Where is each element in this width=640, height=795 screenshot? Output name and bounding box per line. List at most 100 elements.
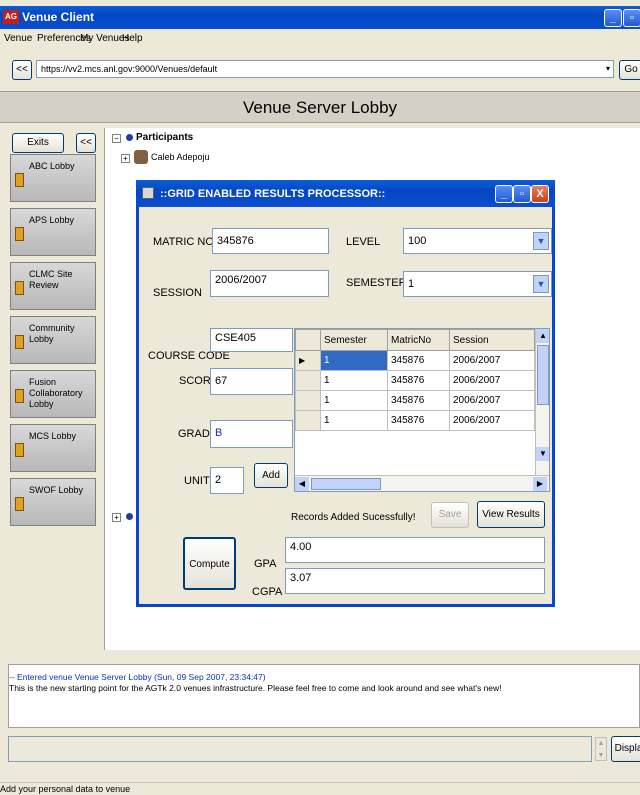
vertical-scrollbar[interactable]: ▲ ▼ <box>535 329 549 475</box>
scroll-up-icon[interactable]: ▲ <box>536 329 549 343</box>
display-button[interactable]: Display <box>611 736 640 762</box>
tree-node-icon <box>126 513 133 520</box>
dialog-maximize-button[interactable]: ▫ <box>513 185 531 203</box>
table-cell[interactable]: 1 <box>320 410 388 431</box>
table-row[interactable]: ▶ 1 345876 2006/2007 <box>295 350 535 371</box>
lobby-swof[interactable]: SWOF Lobby <box>10 478 96 526</box>
course-code-field[interactable]: CSE405 <box>210 328 293 352</box>
row-selector[interactable] <box>295 410 321 431</box>
score-field[interactable]: 67 <box>210 368 293 395</box>
table-cell[interactable]: 2006/2007 <box>449 410 535 431</box>
matric-field[interactable]: 345876 <box>212 228 329 254</box>
chevron-down-icon[interactable]: ▼ <box>533 232 549 250</box>
lobby-aps[interactable]: APS Lobby <box>10 208 96 256</box>
table-cell[interactable]: 2006/2007 <box>449 390 535 411</box>
participants-label[interactable]: Participants <box>136 132 193 143</box>
scroll-thumb[interactable] <box>537 345 549 405</box>
message-input[interactable] <box>8 736 592 762</box>
level-label: LEVEL <box>346 236 381 248</box>
participants-icon <box>126 134 133 141</box>
person-icon <box>134 150 148 164</box>
row-selector[interactable] <box>295 370 321 391</box>
table-row[interactable]: 1 345876 2006/2007 <box>295 370 535 391</box>
table-cell[interactable]: 2006/2007 <box>449 370 535 391</box>
scroll-down-icon[interactable]: ▼ <box>536 447 549 461</box>
table-cell[interactable]: 345876 <box>387 390 450 411</box>
row-selector[interactable] <box>295 390 321 411</box>
status-bar: Add your personal data to venue <box>0 782 640 795</box>
window-title: Venue Client <box>22 10 95 24</box>
table-cell[interactable]: 1 <box>320 390 388 411</box>
lobby-clmc[interactable]: CLMC Site Review <box>10 262 96 310</box>
lobby-mcs[interactable]: MCS Lobby <box>10 424 96 472</box>
table-cell[interactable]: 1 <box>320 370 388 391</box>
results-table: Semester MatricNo Session ▶ 1 345876 200… <box>295 329 535 431</box>
url-dropdown-icon[interactable]: ▾ <box>603 61 613 77</box>
semester-label: SEMESTER <box>346 277 407 289</box>
expand-icon[interactable]: + <box>112 513 121 522</box>
horizontal-scrollbar[interactable]: ◀ ▶ <box>295 475 549 491</box>
dialog-minimize-button[interactable]: _ <box>495 185 513 203</box>
door-icon <box>15 443 24 457</box>
column-header[interactable]: Session <box>449 329 535 351</box>
level-select[interactable]: 100 <box>403 228 552 254</box>
table-header-row: Semester MatricNo Session <box>295 329 535 351</box>
column-header[interactable]: Semester <box>320 329 388 351</box>
expand-icon[interactable]: + <box>121 154 130 163</box>
url-field[interactable]: https://vv2.mcs.anl.gov:9000/Venues/defa… <box>36 60 614 78</box>
menu-bar: Venue Preferences My Venues Help <box>0 29 640 49</box>
add-button[interactable]: Add <box>254 463 288 488</box>
log-line: This is the new starting point for the A… <box>9 683 502 693</box>
exits-button[interactable]: Exits <box>12 133 64 153</box>
cgpa-label: CGPA <box>252 586 283 598</box>
maximize-button[interactable]: ▫ <box>623 9 640 27</box>
view-results-button[interactable]: View Results <box>477 501 545 528</box>
dialog-close-button[interactable]: X <box>531 185 549 203</box>
results-grid[interactable]: Semester MatricNo Session ▶ 1 345876 200… <box>294 328 550 492</box>
lobby-abc[interactable]: ABC Lobby <box>10 154 96 202</box>
chevron-down-icon[interactable]: ▼ <box>533 275 549 293</box>
dialog-title: ::GRID ENABLED RESULTS PROCESSOR:: <box>160 188 386 200</box>
session-field[interactable]: 2006/2007 <box>210 270 329 297</box>
lobby-fusion[interactable]: Fusion Collaboratory Lobby <box>10 370 96 418</box>
go-button[interactable]: Go <box>619 60 640 80</box>
compute-button[interactable]: Compute <box>183 537 236 590</box>
expand-icon[interactable]: − <box>112 134 121 143</box>
log-line: -- Entered venue Venue Server Lobby (Sun… <box>9 672 266 682</box>
dialog-title-bar: ::GRID ENABLED RESULTS PROCESSOR:: _ ▫ X <box>136 180 555 207</box>
scroll-right-icon[interactable]: ▶ <box>533 477 547 491</box>
semester-select[interactable]: 1 <box>403 271 552 297</box>
table-cell[interactable]: 2006/2007 <box>449 350 535 371</box>
scroll-left-icon[interactable]: ◀ <box>295 477 309 491</box>
chat-log[interactable]: -- Entered venue Venue Server Lobby (Sun… <box>8 664 640 728</box>
table-row[interactable]: 1 345876 2006/2007 <box>295 410 535 431</box>
save-button[interactable]: Save <box>431 502 469 528</box>
grade-field[interactable]: B <box>210 420 293 448</box>
minimize-button[interactable]: _ <box>604 9 622 27</box>
session-label: SESSION <box>153 287 202 299</box>
unit-field[interactable]: 2 <box>210 467 244 494</box>
app-logo: AG <box>3 10 19 24</box>
participant-name[interactable]: Caleb Adepoju <box>151 152 210 162</box>
collapse-exits-button[interactable]: << <box>76 133 96 153</box>
venue-title: Venue Server Lobby <box>0 91 640 123</box>
cgpa-field[interactable]: 3.07 <box>285 568 545 594</box>
row-selector[interactable]: ▶ <box>295 350 321 371</box>
table-cell[interactable]: 345876 <box>387 370 450 391</box>
table-cell[interactable]: 345876 <box>387 410 450 431</box>
table-cell[interactable]: 345876 <box>387 350 450 371</box>
lobby-community[interactable]: Community Lobby <box>10 316 96 364</box>
door-icon <box>15 281 24 295</box>
gpa-field[interactable]: 4.00 <box>285 537 545 563</box>
message-spinner[interactable]: ▲ ▼ <box>595 737 607 761</box>
scroll-thumb[interactable] <box>311 478 381 490</box>
table-row[interactable]: 1 345876 2006/2007 <box>295 390 535 411</box>
column-header[interactable]: MatricNo <box>387 329 450 351</box>
sidebar: Exits << ABC Lobby APS Lobby CLMC Site R… <box>6 128 103 650</box>
table-cell[interactable]: 1 <box>320 350 388 371</box>
menu-help[interactable]: Help <box>122 33 143 44</box>
menu-venue[interactable]: Venue <box>4 33 32 44</box>
door-icon <box>15 389 24 403</box>
back-button[interactable]: << <box>12 60 32 80</box>
door-icon <box>15 335 24 349</box>
